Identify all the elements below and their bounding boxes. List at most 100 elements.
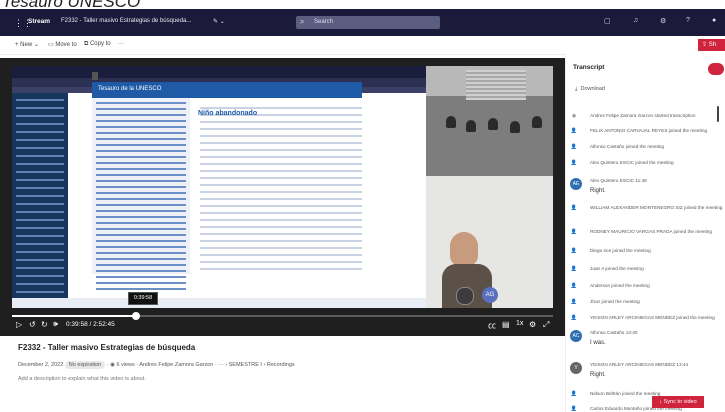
edit-icon[interactable]: ✎ ⌄ [213,18,225,25]
app-name[interactable]: Stream [28,18,50,25]
transcript-title: Transcript [573,64,605,71]
top-bar: ⋮⋮ Stream F2332 - Taller masivo Estrateg… [0,9,725,36]
expiration-badge[interactable]: No expiration [64,361,106,369]
unesco-logo [92,72,98,80]
person-icon: 👤 [570,283,578,289]
shared-screen: Tesauro de la UNESCO Niño abandonado [12,66,426,308]
event-text: Juan A joined the meeting [590,266,644,271]
page-title-strip: Tesauro UNESCO [0,0,725,9]
path-semester[interactable]: SEMESTRE I [229,362,262,368]
gear-icon[interactable]: ⚙ [660,17,666,25]
author-name[interactable]: Andres Felipe Zamora Garzon [139,362,213,368]
person-silhouette [532,116,542,128]
participant-avatar [456,287,474,305]
progress-bar[interactable] [12,312,553,320]
event-text: Jhon joined the meeting [590,299,640,304]
person-icon: 👤 [570,266,578,272]
participant-avatar-ag: AG [482,287,498,303]
share-button[interactable]: ⇪ Sh [698,39,725,51]
video-title: F2332 - Taller masivo Estrategias de bús… [18,343,196,352]
command-bar: + New ⌄ ▭ Move to ⧉ Copy to ··· [0,36,725,55]
event-text: YEISON ARLEY ARCINIEGAS MENDEZ joined th… [590,315,715,320]
presenter-face [450,232,478,266]
speaker-name: Alex Quintero ESCIC 11:48 [590,178,647,183]
video-meta: December 2, 2022 No expiration · ◉ 6 vie… [18,361,295,369]
play-icon[interactable]: ▷ [16,320,22,329]
avatar-icon[interactable]: ● [712,17,716,24]
search-box[interactable]: ⌕ Search [296,16,440,29]
captions-icon[interactable]: ㏄ [488,320,496,331]
speaker-avatar: AC [570,330,582,342]
person-icon: 👤 [570,406,578,412]
shared-taskbar [12,298,426,308]
person-icon: 👤 [570,144,578,150]
thesaurus-title: Tesauro de la UNESCO [98,86,162,92]
person-icon: ◉ [571,113,577,119]
camera-room [426,66,553,176]
breadcrumb[interactable]: F2332 - Taller masivo Estrategias de bús… [61,18,191,24]
browser-tabs [12,66,426,78]
speaker-message: I was. [590,340,606,346]
shared-sidebar [12,93,68,308]
path-recordings[interactable]: Recordings [267,362,295,368]
thesaurus-content [196,102,366,272]
new-button[interactable]: + New ⌄ [15,41,39,48]
copy-to-button[interactable]: ⧉ Copy to [84,41,111,48]
speaker-message: Right. [590,188,606,194]
sync-to-video-button[interactable]: ↓ Sync to video [652,396,704,408]
new-label: New [20,42,33,48]
event-text: Alfonso Castaño joined the meeting [590,144,665,149]
video-frame[interactable]: Tesauro de la UNESCO Niño abandonado AG … [12,66,553,308]
event-text: Andres Felipe Zamora Garzon started tran… [590,113,696,118]
help-icon[interactable]: ? [686,17,690,24]
forward-icon[interactable]: ↻ [41,320,48,329]
time-display: 0:39:58 / 2:52:45 [66,321,115,328]
person-silhouette [488,118,498,130]
time-tooltip: 0:39:58 [128,292,158,305]
move-label: Move to [55,42,77,48]
video-player[interactable]: Tesauro de la UNESCO Niño abandonado AG … [0,58,565,336]
search-input[interactable]: Search [314,19,333,25]
settings-icon[interactable]: ⚙ [529,320,536,329]
bell-icon[interactable]: ♫ [633,17,638,24]
person-icon: 👤 [570,315,578,321]
transcript-toggle[interactable] [708,63,724,75]
move-to-button[interactable]: ▭ Move to [48,41,77,48]
person-icon: 👤 [570,160,578,166]
speaker-name: Alfonso Castaño 13:40 [590,330,638,335]
video-date: December 2, 2022 [18,362,64,368]
event-text: RODNEY MAURICIO VARGAS PRADA joined the … [590,229,713,234]
eye-icon: ◉ [110,362,115,368]
transcript-scrollbar[interactable] [717,106,719,122]
rewind-icon[interactable]: ↺ [29,320,36,329]
speaker-avatar: AE [570,178,582,190]
download-icon: ⤓ [575,86,578,92]
person-icon: 👤 [570,391,578,397]
page-title: Tesauro UNESCO [2,0,140,9]
progress-knob[interactable] [132,312,141,320]
more-icon[interactable]: ··· [118,41,124,47]
progress-fill [12,315,137,317]
thesaurus-term: Niño abandonado [198,110,258,117]
speaker-message: Right. [590,372,606,378]
view-count: 6 views [116,362,135,368]
search-icon: ⌕ [300,17,305,26]
speed-button[interactable]: 1x [516,320,523,327]
person-silhouette [446,116,456,128]
fullscreen-icon[interactable]: ⤢ [543,320,549,330]
volume-icon[interactable]: 🕪 [53,319,58,329]
download-button[interactable]: ⤓ Download [575,86,605,93]
speaker-name: YEISON ARLEY ARCINIEGAS MENDEZ 13:44 [590,362,689,367]
person-icon: 👤 [570,128,578,134]
description-field[interactable]: Add a description to explain what this v… [18,376,146,382]
download-label: Download [580,86,605,92]
room-blinds [466,70,526,100]
event-text: Diego rice joined the meeting [590,248,651,253]
sync-label: Sync to video [663,399,697,405]
person-icon: 👤 [570,248,578,254]
apps-icon[interactable]: ▢ [604,17,611,25]
share-label: Sh [708,42,717,48]
person-icon: 👤 [570,299,578,305]
person-silhouette [510,121,520,133]
quality-icon[interactable]: ▤ [502,320,510,329]
